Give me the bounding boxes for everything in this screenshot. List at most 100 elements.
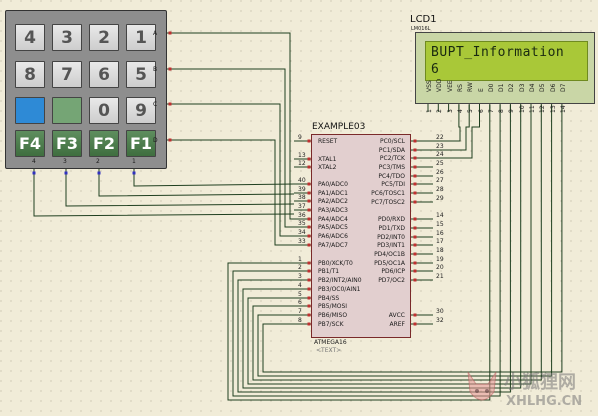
mcu-pin-number: 16	[436, 230, 444, 237]
pin-marker	[413, 226, 417, 230]
lcd-pin-number: 1	[426, 109, 433, 113]
mcu-pin-number: 19	[436, 256, 444, 263]
keypad: 4 3 2 1 8 7 6 5 0 9 F4 F3 F2 F1	[5, 10, 167, 169]
keypad-key-0[interactable]: 0	[89, 97, 119, 124]
mcu-pin-number: 38	[298, 194, 306, 201]
pin-marker	[413, 191, 417, 195]
pin-marker	[413, 278, 417, 282]
mcu-pin-label: PA4/ADC4	[318, 216, 348, 223]
mcu-pin-number: 15	[436, 221, 444, 228]
mcu-pin-number: 4	[298, 282, 302, 289]
keypad-key-7[interactable]: 7	[52, 61, 82, 88]
keypad-key-F2[interactable]: F2	[89, 130, 119, 157]
lcd-pin-number: 5	[467, 109, 475, 113]
lcd-pin-label: D4	[529, 83, 536, 92]
mcu-pin-number: 3	[298, 273, 302, 280]
mcu-pin-label: PA0/ADC0	[318, 181, 348, 188]
mcu-pin-number: 30	[436, 308, 444, 315]
mcu-pin-number: 39	[298, 186, 306, 193]
keypad-key-5[interactable]: 5	[126, 61, 156, 88]
keypad-key-F1[interactable]: F1	[126, 130, 156, 157]
lcd-pin-label: RS	[456, 84, 464, 92]
keypad-col-label: 1	[132, 158, 136, 165]
mcu-pin-label: PD2/INT0	[377, 234, 405, 241]
pin-marker	[168, 31, 172, 35]
pin-marker	[413, 261, 417, 265]
mcu-pin-label: PD3/INT1	[377, 242, 405, 249]
mcu-pin-label: PB1/T1	[318, 268, 340, 275]
lcd-pin-number: 4	[456, 109, 464, 113]
pin-marker	[413, 313, 417, 317]
keypad-key-6[interactable]: 6	[89, 61, 119, 88]
mcu-pin-label: PD4/OC1B	[374, 251, 405, 258]
keypad-row-label: C	[153, 101, 158, 108]
lcd-screen: BUPT_Information 6	[425, 41, 588, 81]
mcu-pin-label: PC1/SDA	[378, 147, 405, 154]
mcu-pin-number: 27	[436, 177, 444, 184]
pin-marker	[97, 171, 101, 175]
mcu-pin-number: 34	[298, 229, 306, 236]
mcu-pin-number: 17	[436, 238, 444, 245]
mcu-pin-number: 2	[298, 264, 302, 271]
pin-marker	[413, 269, 417, 273]
pin-marker	[413, 243, 417, 247]
mcu-pin-label: PD7/OC2	[378, 277, 405, 284]
keypad-key-1[interactable]: 1	[126, 24, 156, 51]
keypad-key-8[interactable]: 8	[15, 61, 45, 88]
pin-marker	[132, 171, 136, 175]
mcu-pin-number: 20	[436, 264, 444, 271]
mcu-pin-number: 28	[436, 186, 444, 193]
pin-marker	[413, 148, 417, 152]
mcu-pin-label: PA2/ADC2	[318, 198, 348, 205]
lcd-pin-number: 9	[508, 109, 516, 113]
mcu-pin-label: RESET	[318, 138, 338, 145]
keypad-key-green[interactable]	[52, 97, 82, 124]
lcd-pin-label: VEE	[446, 80, 454, 92]
lcd-pin-number: 7	[487, 109, 495, 113]
lcd-pin-number: 8	[498, 109, 506, 113]
mcu-pin-label: PA3/ADC3	[318, 207, 348, 214]
mcu-pin-label: PA7/ADC7	[318, 242, 348, 249]
pin-marker	[413, 235, 417, 239]
pin-marker	[413, 200, 417, 204]
mcu-part: ATMEGA16	[314, 339, 347, 346]
lcd-pin-number: 13	[549, 105, 557, 113]
keypad-key-9[interactable]: 9	[126, 97, 156, 124]
keypad-key-4[interactable]: 4	[15, 24, 45, 51]
pin-marker	[168, 138, 172, 142]
mcu-pin-label: PB3/OC0/AIN1	[318, 286, 361, 293]
lcd-pin-number: 12	[539, 105, 547, 113]
keypad-key-F3[interactable]: F3	[52, 130, 82, 157]
keypad-key-3[interactable]: 3	[52, 24, 82, 51]
pin-marker	[413, 156, 417, 160]
lcd-pin-number: 14	[559, 105, 567, 113]
lcd-pin-number: 10	[518, 105, 526, 113]
mcu-pin-number: 18	[436, 247, 444, 254]
mcu-pin-number: 21	[436, 273, 444, 280]
mcu-pin-label: PA6/ADC6	[318, 233, 348, 240]
watermark: 小狐狸网 XHLHG.CN	[460, 362, 595, 414]
mcu-pin-label: PA5/ADC5	[318, 224, 348, 231]
lcd-pin-label: D3	[518, 83, 526, 92]
keypad-key-2[interactable]: 2	[89, 24, 119, 51]
mcu-pin-number: 40	[298, 177, 306, 184]
keypad-key-blue[interactable]	[15, 97, 45, 124]
pin-marker	[413, 139, 417, 143]
lcd-display[interactable]: BUPT_Information 6	[415, 32, 595, 104]
lcd-pin-number: 2	[436, 109, 444, 113]
watermark-en: XHLHG.CN	[506, 394, 583, 409]
pin-marker	[413, 322, 417, 326]
mcu-pin-label: AREF	[389, 321, 405, 328]
pin-marker	[413, 217, 417, 221]
mcu-pin-number: 22	[436, 134, 444, 141]
mcu-pin-label: PD6/ICP	[381, 268, 405, 275]
mcu-pin-label: PB7/SCK	[318, 321, 344, 328]
mcu-pin-label: PC4/TDO	[378, 173, 405, 180]
mcu-pin-number: 24	[436, 151, 444, 158]
mcu-pin-number: 9	[298, 134, 302, 141]
lcd-pin-label: D0	[487, 83, 495, 92]
fox-logo-icon	[467, 371, 497, 401]
keypad-key-F4[interactable]: F4	[15, 130, 45, 157]
keypad-col-label: 4	[32, 158, 36, 165]
pin-marker	[168, 67, 172, 71]
